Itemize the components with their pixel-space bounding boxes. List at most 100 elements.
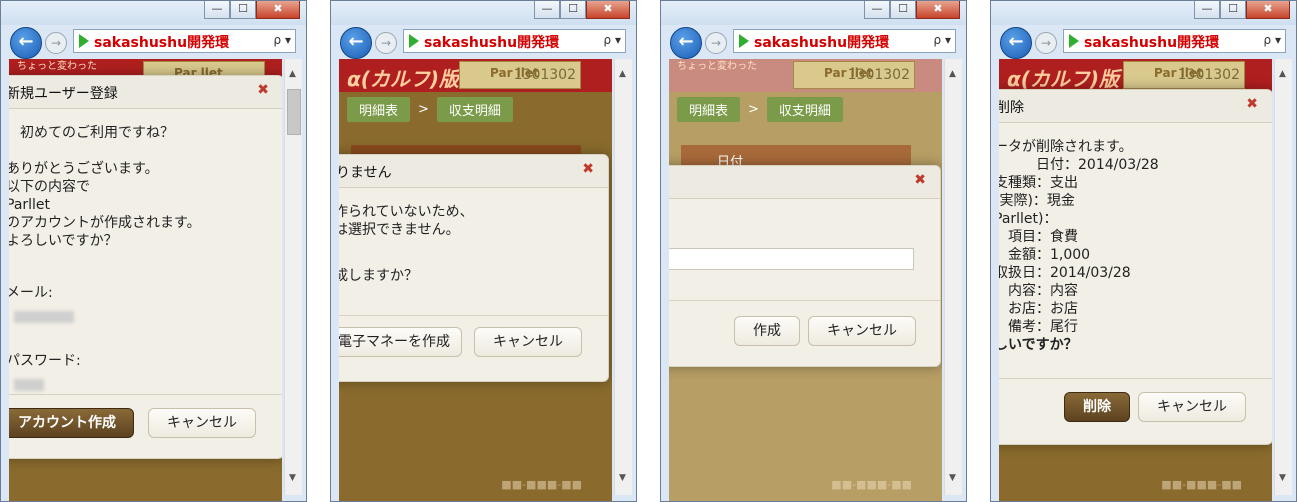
email-label: メール: — [9, 285, 53, 301]
divider — [669, 300, 940, 301]
dialog-header: りません ✖ — [339, 155, 608, 188]
create-emoney-button[interactable]: 電子マネーを作成 — [339, 327, 462, 357]
close-window-button[interactable]: ✖ — [586, 1, 630, 19]
notice-dialog: りません ✖ 作られていないため、 は選択できません。 成しますか？ 電子マネー… — [339, 154, 609, 382]
maximize-button[interactable]: ☐ — [1220, 1, 1246, 19]
scrollbar[interactable]: ▲ ▼ — [284, 59, 302, 495]
maximize-button[interactable]: ☐ — [890, 1, 916, 19]
banner-number: 1301302 — [1177, 67, 1240, 83]
title-bar: — ☐ ✖ — [991, 1, 1296, 25]
scroll-down-icon[interactable]: ▼ — [619, 473, 626, 483]
back-button[interactable]: ← — [10, 27, 42, 59]
scroll-up-icon[interactable]: ▲ — [289, 69, 296, 79]
line-8: 取扱日：2014/03/28 — [999, 265, 1131, 281]
banner-number: 1301302 — [847, 67, 910, 83]
close-icon[interactable]: ✖ — [257, 82, 269, 98]
address-bar[interactable]: sakashushu開発環 ρ ▾ — [73, 29, 296, 53]
tagline: ちょっと変わった — [17, 61, 97, 72]
footer-text: ■■-■■■-■■ — [831, 478, 912, 491]
close-icon[interactable]: ✖ — [582, 161, 594, 177]
line-1: 初めてのご利用ですね？ — [20, 125, 174, 141]
minimize-button[interactable]: — — [1194, 1, 1220, 19]
dialog-message: 初めてのご利用ですね？ ありがとうございます。 以下の内容で Parllet の… — [9, 124, 275, 394]
crumb-statement[interactable]: 明細表 — [347, 97, 411, 122]
search-icon[interactable]: ρ ▾ — [270, 33, 291, 47]
dialog-header: 削除 ✖ — [999, 90, 1272, 123]
forward-button[interactable]: → — [705, 32, 727, 54]
close-icon[interactable]: ✖ — [914, 172, 926, 188]
page-icon — [1069, 34, 1079, 48]
browser-window-4: — ☐ ✖ ← → sakashushu開発環 ρ ▾ α(カルフ)版 Par … — [990, 0, 1297, 502]
dialog-message: ータが削除されます。 日付：2014/03/28 支種類：支出 (実際)：現金 … — [999, 138, 1264, 354]
search-icon[interactable]: ρ ▾ — [930, 33, 951, 47]
title-bar: — ☐ ✖ — [661, 1, 966, 25]
line-3 — [339, 239, 600, 257]
back-button[interactable]: ← — [340, 27, 372, 59]
search-icon[interactable]: ρ ▾ — [1260, 33, 1281, 47]
forward-button[interactable]: → — [45, 32, 67, 54]
crumb-detail[interactable]: 収支明細 — [766, 97, 843, 122]
forward-button[interactable]: → — [1035, 32, 1057, 54]
divider — [339, 315, 608, 316]
url-text: sakashushu開発環 — [424, 35, 560, 51]
cancel-button[interactable]: キャンセル — [148, 408, 256, 438]
close-icon[interactable]: ✖ — [1246, 96, 1258, 112]
scroll-down-icon[interactable]: ▼ — [949, 473, 956, 483]
cancel-button[interactable]: キャンセル — [808, 316, 916, 346]
title-bar: — ☐ ✖ — [331, 1, 636, 25]
line-7: 金額：1,000 — [999, 247, 1091, 263]
back-button[interactable]: ← — [670, 27, 702, 59]
banner[interactable]: Par llet 1301302 — [1123, 61, 1245, 89]
minimize-button[interactable]: — — [864, 1, 890, 19]
address-bar[interactable]: sakashushu開発環 ρ ▾ — [1063, 29, 1286, 53]
footer-text: ■■-■■■-■■ — [501, 478, 582, 491]
scroll-down-icon[interactable]: ▼ — [1279, 473, 1286, 483]
line-9: 内容：内容 — [999, 283, 1078, 299]
scroll-up-icon[interactable]: ▲ — [619, 69, 626, 79]
banner[interactable]: Par llet 1301302 — [459, 61, 581, 89]
address-bar[interactable]: sakashushu開発環 ρ ▾ — [403, 29, 626, 53]
crumb-detail[interactable]: 収支明細 — [436, 97, 513, 122]
minimize-button[interactable]: — — [534, 1, 560, 19]
maximize-button[interactable]: ☐ — [230, 1, 256, 19]
title-bar: — ☐ ✖ — [1, 1, 306, 25]
delete-button[interactable]: 削除 — [1064, 392, 1130, 422]
scroll-up-icon[interactable]: ▲ — [949, 69, 956, 79]
site-header: ちょっと変わった Par llet 1301302 — [669, 59, 942, 92]
breadcrumb: 明細表 > 収支明細 — [347, 97, 513, 122]
scroll-thumb[interactable] — [287, 89, 301, 135]
banner[interactable]: Par llet 1301302 — [793, 61, 915, 89]
site-logo: α(カルフ)版 — [347, 67, 460, 91]
minimize-button[interactable]: — — [204, 1, 230, 19]
scroll-up-icon[interactable]: ▲ — [1279, 69, 1286, 79]
name-input[interactable] — [669, 248, 914, 270]
forward-button[interactable]: → — [375, 32, 397, 54]
close-window-button[interactable]: ✖ — [256, 1, 300, 19]
url-text: sakashushu開発環 — [754, 35, 890, 51]
browser-window-3: — ☐ ✖ ← → sakashushu開発環 ρ ▾ ちょっと変わった Par… — [660, 0, 967, 502]
line-2: 日付：2014/03/28 — [999, 157, 1159, 173]
page-icon — [79, 34, 89, 48]
search-icon[interactable]: ρ ▾ — [600, 33, 621, 47]
address-bar[interactable]: sakashushu開発環 ρ ▾ — [733, 29, 956, 53]
crumb-statement[interactable]: 明細表 — [677, 97, 741, 122]
create-button[interactable]: 作成 — [734, 316, 800, 346]
line-2: は選択できません。 — [339, 222, 460, 238]
close-window-button[interactable]: ✖ — [1246, 1, 1290, 19]
cancel-button[interactable]: キャンセル — [1138, 392, 1246, 422]
create-account-button[interactable]: アカウント作成 — [9, 408, 134, 438]
dialog-title: 新規ユーザー登録 — [9, 86, 118, 102]
scrollbar[interactable]: ▲ ▼ — [1274, 59, 1292, 495]
password-value — [9, 376, 275, 394]
close-window-button[interactable]: ✖ — [916, 1, 960, 19]
scrollbar[interactable]: ▲ ▼ — [944, 59, 962, 495]
back-button[interactable]: ← — [1000, 27, 1032, 59]
maximize-button[interactable]: ☐ — [560, 1, 586, 19]
dialog-header: ✖ — [669, 166, 940, 199]
dialog-message: 作られていないため、 は選択できません。 成しますか？ — [339, 203, 600, 285]
line-10: お店：お店 — [999, 301, 1078, 317]
line-6: のアカウントが作成されます。 — [9, 215, 201, 231]
cancel-button[interactable]: キャンセル — [474, 327, 582, 357]
scroll-down-icon[interactable]: ▼ — [289, 473, 296, 483]
scrollbar[interactable]: ▲ ▼ — [614, 59, 632, 495]
